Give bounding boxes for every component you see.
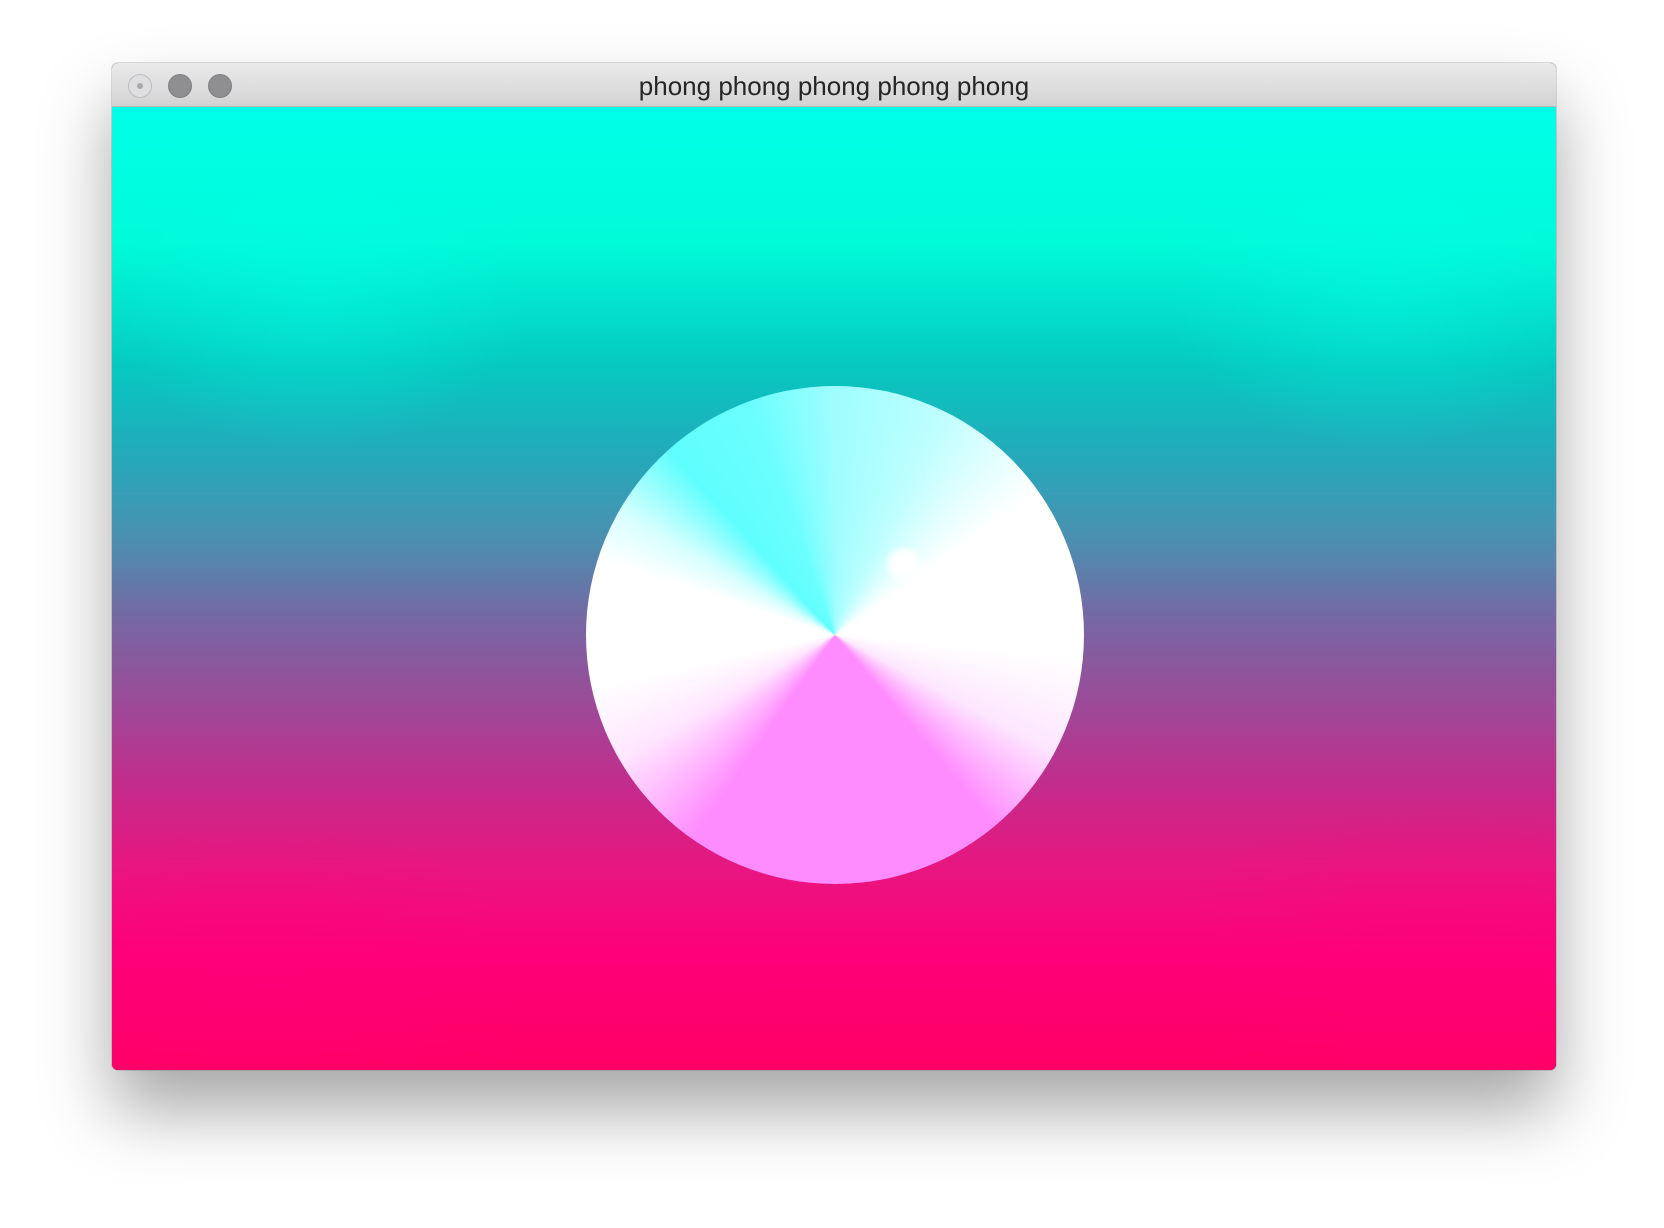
app-window: phong phong phong phong phong — [112, 63, 1556, 1070]
shaded-sphere — [586, 386, 1084, 884]
title-bar[interactable]: phong phong phong phong phong — [112, 63, 1556, 107]
render-canvas[interactable] — [112, 107, 1556, 1070]
window-title: phong phong phong phong phong — [638, 71, 1030, 101]
